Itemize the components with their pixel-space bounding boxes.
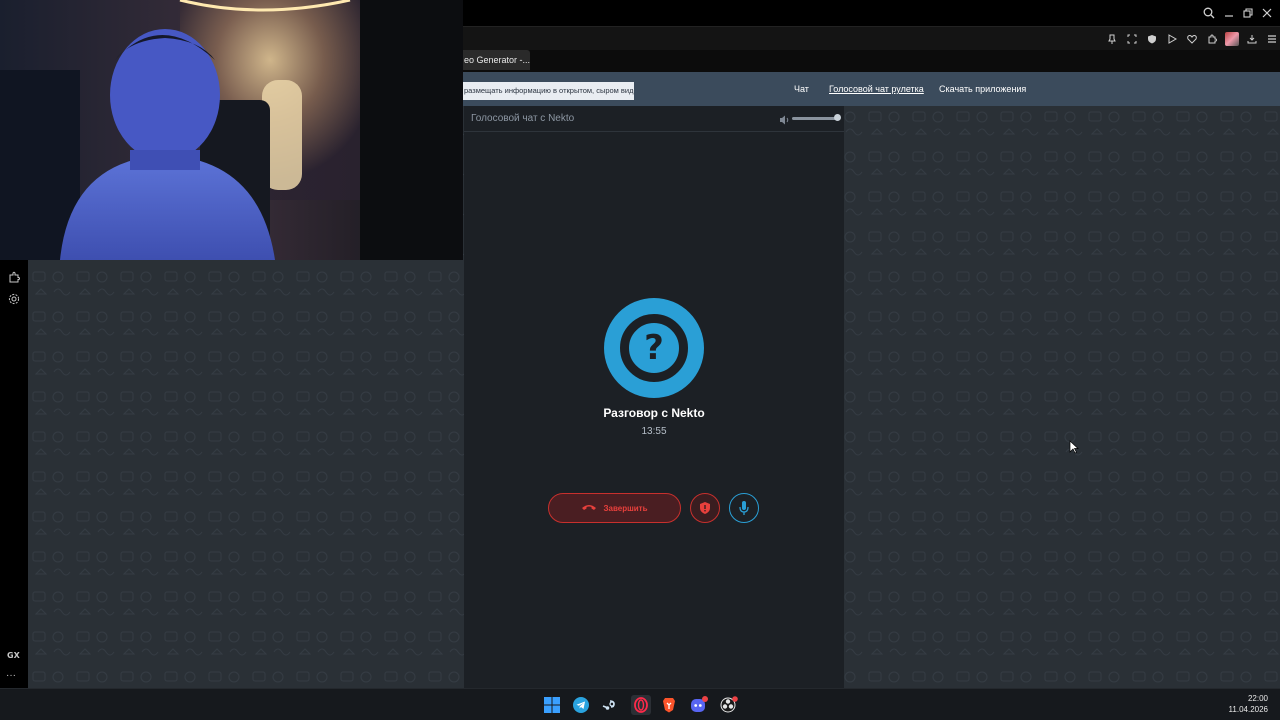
discord-icon[interactable] bbox=[690, 696, 708, 714]
extensions-icon[interactable] bbox=[5, 268, 23, 286]
steam-icon[interactable] bbox=[601, 696, 619, 714]
restore-icon[interactable] bbox=[1239, 4, 1257, 22]
brave-icon[interactable] bbox=[660, 696, 678, 714]
gx-corner-label[interactable]: GX bbox=[7, 651, 20, 660]
volume-icon[interactable] bbox=[779, 113, 791, 125]
phone-hangup-icon bbox=[581, 503, 597, 513]
end-call-button[interactable]: Завершить bbox=[548, 493, 681, 523]
opera-gx-icon[interactable] bbox=[631, 695, 651, 715]
screen: eo Generator -... размещать информацию в… bbox=[0, 0, 1280, 720]
avatar-ring: ? bbox=[620, 314, 688, 382]
close-icon[interactable] bbox=[1258, 4, 1276, 22]
call-timer: 13:55 bbox=[641, 426, 667, 437]
volume-slider[interactable] bbox=[792, 117, 840, 120]
toolbar-icons bbox=[1103, 30, 1280, 48]
voice-call-panel: Голосовой чат с Nekto ? Разговор с Nekto… bbox=[464, 106, 844, 688]
telegram-icon[interactable] bbox=[572, 696, 590, 714]
peer-avatar: ? bbox=[604, 298, 704, 398]
obs-icon[interactable] bbox=[720, 696, 738, 714]
end-call-label: Завершить bbox=[603, 503, 648, 513]
shield-icon bbox=[700, 502, 710, 514]
taskbar-clock-date[interactable]: 11.04.2026 bbox=[1229, 705, 1268, 714]
warning-banner: размещать информацию в открытом, сыром в… bbox=[440, 82, 634, 100]
extensions-icon[interactable] bbox=[1203, 30, 1221, 48]
windows-taskbar: 22:00 11.04.2026 bbox=[0, 688, 1280, 720]
panel-header: Голосовой чат с Nekto bbox=[464, 106, 844, 132]
minimize-icon[interactable] bbox=[1220, 4, 1238, 22]
mute-microphone-button[interactable] bbox=[729, 493, 759, 523]
nav-download-apps[interactable]: Скачать приложения bbox=[939, 84, 1026, 94]
play-icon[interactable] bbox=[1163, 30, 1181, 48]
mouse-cursor-icon bbox=[1069, 440, 1079, 454]
snapshot-icon[interactable] bbox=[1123, 30, 1141, 48]
volume-slider-handle[interactable] bbox=[834, 114, 841, 121]
menu-icon[interactable] bbox=[1263, 30, 1280, 48]
warning-text: размещать информацию в открытом, сыром в… bbox=[464, 86, 634, 95]
pin-icon[interactable] bbox=[1103, 30, 1121, 48]
webcam-overlay bbox=[0, 0, 463, 260]
sidebar-more-icon[interactable]: ··· bbox=[6, 670, 16, 681]
adblock-shield-icon[interactable] bbox=[1143, 30, 1161, 48]
microphone-icon bbox=[739, 501, 749, 515]
nav-chat[interactable]: Чат bbox=[794, 84, 809, 94]
download-icon[interactable] bbox=[1243, 30, 1261, 48]
peer-name: Разговор с Nekto bbox=[603, 406, 705, 420]
nav-voice-roulette[interactable]: Голосовой чат рулетка bbox=[829, 84, 924, 94]
profile-avatar[interactable] bbox=[1223, 30, 1241, 48]
taskbar-clock-time[interactable]: 22:00 bbox=[1248, 694, 1268, 703]
heart-icon[interactable] bbox=[1183, 30, 1201, 48]
search-icon[interactable] bbox=[1200, 4, 1218, 22]
panel-title: Голосовой чат с Nekto bbox=[471, 113, 575, 124]
settings-gear-icon[interactable] bbox=[5, 290, 23, 308]
question-mark-icon: ? bbox=[644, 328, 664, 368]
report-button[interactable] bbox=[690, 493, 720, 523]
windows-start-icon[interactable] bbox=[543, 696, 561, 714]
